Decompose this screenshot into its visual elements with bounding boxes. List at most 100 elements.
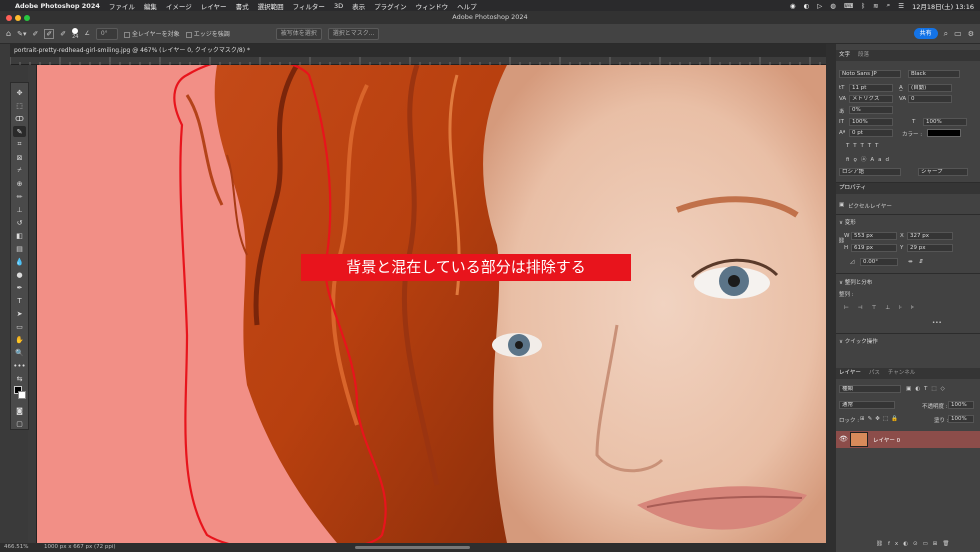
menu-file[interactable]: ファイル xyxy=(109,1,135,11)
tsume-input[interactable]: 0% xyxy=(849,106,893,114)
y-input[interactable]: 29 px xyxy=(907,244,953,252)
minimize-window-button[interactable] xyxy=(15,15,21,21)
opentype-icons[interactable]: ﬁǫⓐAad xyxy=(846,155,893,163)
quick-actions-header[interactable]: ∨ クイック操作 xyxy=(839,337,878,345)
menu-filter[interactable]: フィルター xyxy=(293,1,325,11)
tab-paths[interactable]: パス xyxy=(869,368,880,379)
visibility-eye-icon[interactable]: 👁 xyxy=(839,435,848,443)
leading-input[interactable]: (自動) xyxy=(908,84,952,92)
search-icon[interactable]: ⌕ xyxy=(944,29,948,39)
link-icon[interactable]: ⛓ xyxy=(838,238,845,244)
lasso-tool-icon[interactable]: ↀ xyxy=(13,113,26,124)
align-buttons[interactable]: ⊢⊣⊤⊥⊦⊧ xyxy=(844,305,923,311)
text-color-swatch[interactable] xyxy=(927,129,961,137)
menu-layer[interactable]: レイヤー xyxy=(201,1,227,11)
swap-colors-icon[interactable]: ⇆ xyxy=(13,373,26,384)
pen-tool-icon[interactable]: ✒ xyxy=(13,282,26,293)
marquee-tool-icon[interactable]: ⬚ xyxy=(13,100,26,111)
path-selection-tool-icon[interactable]: ➤ xyxy=(13,308,26,319)
new-selection-icon[interactable]: ✐ xyxy=(32,30,38,38)
antialias-select[interactable]: シャープ xyxy=(918,168,968,176)
eyedropper-tool-icon[interactable]: ⌿ xyxy=(13,165,26,176)
status-icon[interactable]: ◐ xyxy=(804,2,810,10)
healing-brush-tool-icon[interactable]: ⊕ xyxy=(13,178,26,189)
gradient-tool-icon[interactable]: ▤ xyxy=(13,243,26,254)
menu-view[interactable]: 表示 xyxy=(352,1,365,11)
flip-icons[interactable]: ⇹⇵ xyxy=(908,259,929,265)
tracking-input[interactable]: 0 xyxy=(908,95,952,103)
menu-3d[interactable]: 3D xyxy=(334,2,343,10)
color-swatches[interactable] xyxy=(13,386,26,400)
brush-tool-icon[interactable]: ✏ xyxy=(13,191,26,202)
blur-tool-icon[interactable]: 💧 xyxy=(13,256,26,267)
zoom-level[interactable]: 466.51% xyxy=(4,544,28,550)
layer-thumbnail[interactable] xyxy=(850,432,868,447)
creative-cloud-icon[interactable]: ◉ xyxy=(790,2,796,10)
history-brush-tool-icon[interactable]: ↺ xyxy=(13,217,26,228)
layer-bottom-icons[interactable]: ⛓fx◐⊙▭⊞🗑 xyxy=(876,541,954,547)
keyboard-icon[interactable]: ⌨ xyxy=(844,2,853,10)
line-icon[interactable]: ◍ xyxy=(830,2,836,10)
baseline-input[interactable]: 0 pt xyxy=(849,129,893,137)
tab-paragraph[interactable]: 段落 xyxy=(858,50,869,61)
angle-input[interactable]: 0° xyxy=(95,27,118,40)
faux-style-icons[interactable]: TTTTT xyxy=(846,143,882,149)
screen-mode-icon[interactable]: ▢ xyxy=(13,418,26,429)
select-and-mask-button[interactable]: 選択とマスク... xyxy=(327,27,380,40)
hand-tool-icon[interactable]: ✋ xyxy=(13,334,26,345)
canvas-image[interactable] xyxy=(37,65,826,543)
zoom-window-button[interactable] xyxy=(24,15,30,21)
menu-type[interactable]: 書式 xyxy=(236,1,249,11)
quick-selection-tool-icon[interactable]: ✎ xyxy=(13,126,26,137)
frame-tool-icon[interactable]: ⊠ xyxy=(13,152,26,163)
background-color[interactable] xyxy=(18,391,26,399)
x-input[interactable]: 327 px xyxy=(907,232,953,240)
language-select[interactable]: ロシア語 xyxy=(839,168,901,176)
subtract-selection-icon[interactable]: ✐ xyxy=(60,30,66,38)
layer-filter-icons[interactable]: ▣◐T⬚◇ xyxy=(906,386,949,392)
menu-image[interactable]: イメージ xyxy=(166,1,192,11)
blend-mode-select[interactable]: 通常 xyxy=(839,401,895,409)
tab-layers[interactable]: レイヤー xyxy=(839,368,861,379)
tab-character[interactable]: 文字 xyxy=(839,50,850,61)
share-button[interactable]: 共有 xyxy=(913,28,938,39)
move-tool-icon[interactable]: ✥ xyxy=(13,87,26,98)
vertical-ruler[interactable] xyxy=(28,65,37,543)
align-section-header[interactable]: ∨ 整列と分布 xyxy=(839,278,872,286)
lock-icons[interactable]: ⊞✎✥⬚🔒 xyxy=(860,416,901,422)
play-icon[interactable]: ▷ xyxy=(817,2,822,10)
enhance-edge-checkbox[interactable]: エッジを強調 xyxy=(185,29,230,38)
search-icon[interactable]: ⌕ xyxy=(887,1,891,10)
close-window-button[interactable] xyxy=(6,15,12,21)
sample-all-layers-checkbox[interactable]: 全レイヤーを対象 xyxy=(123,29,180,38)
menu-plugins[interactable]: プラグイン xyxy=(374,1,407,11)
layer-kind-filter[interactable]: 種類 xyxy=(839,385,901,393)
crop-tool-icon[interactable]: ⌗ xyxy=(13,139,26,150)
tool-preset-picker[interactable]: ✎▾ xyxy=(17,30,26,38)
clock[interactable]: 12月18日(土) 13:16 xyxy=(912,1,974,11)
font-family-select[interactable]: Noto Sans JP xyxy=(839,70,901,78)
tab-properties[interactable]: プロパティ xyxy=(839,183,866,194)
home-icon[interactable]: ⌂ xyxy=(6,29,11,38)
menu-window[interactable]: ウィンドウ xyxy=(416,1,449,11)
type-tool-icon[interactable]: T xyxy=(13,295,26,306)
opacity-input[interactable]: 100% xyxy=(948,401,974,409)
clone-stamp-tool-icon[interactable]: ⊥ xyxy=(13,204,26,215)
more-align-icon[interactable]: ••• xyxy=(932,320,942,326)
font-style-select[interactable]: Black xyxy=(908,70,960,78)
horizontal-ruler[interactable] xyxy=(10,57,826,65)
help-icon[interactable]: ⚙ xyxy=(968,30,980,38)
workspace-icon[interactable]: ▭ xyxy=(954,29,962,38)
height-input[interactable]: 619 px xyxy=(851,244,897,252)
tab-channels[interactable]: チャンネル xyxy=(888,368,915,379)
add-selection-icon[interactable]: ✐ xyxy=(44,28,55,39)
vertical-scale-input[interactable]: 100% xyxy=(849,118,893,126)
angle-input[interactable]: 0.00° xyxy=(860,258,898,266)
zoom-tool-icon[interactable]: 🔍 xyxy=(13,347,26,358)
menu-select[interactable]: 選択範囲 xyxy=(258,1,284,11)
quick-mask-icon[interactable]: ◙ xyxy=(13,405,26,416)
wifi-icon[interactable]: ≋ xyxy=(873,2,878,10)
control-center-icon[interactable]: ☰ xyxy=(898,2,904,10)
dodge-tool-icon[interactable]: ● xyxy=(13,269,26,280)
document-tab[interactable]: portrait-pretty-redhead-girl-smiling.jpg… xyxy=(10,44,826,57)
